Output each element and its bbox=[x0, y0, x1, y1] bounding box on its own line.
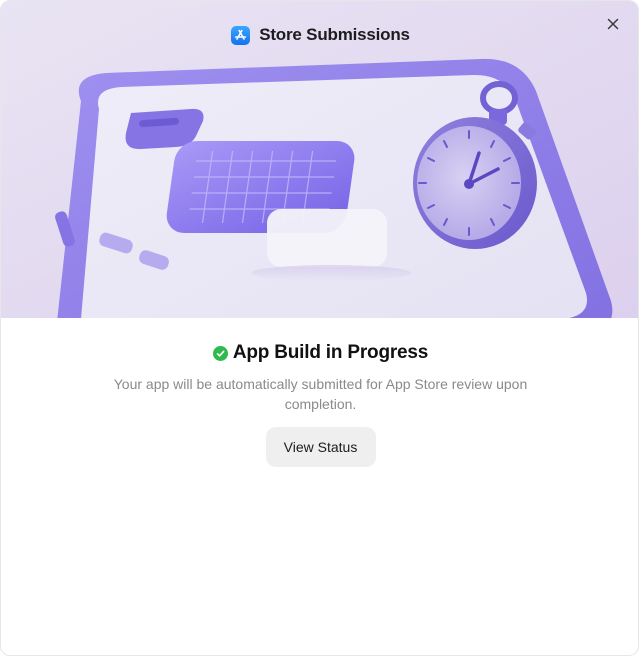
close-icon bbox=[607, 18, 619, 30]
view-status-button[interactable]: View Status bbox=[265, 427, 376, 467]
check-circle-icon bbox=[212, 345, 228, 361]
build-progress-dialog: Store Submissions App Build in Progress … bbox=[0, 0, 639, 656]
close-button[interactable] bbox=[602, 13, 624, 35]
dialog-content: App Build in Progress Your app will be a… bbox=[1, 318, 638, 467]
app-store-icon bbox=[231, 25, 251, 45]
dialog-header: Store Submissions bbox=[1, 25, 638, 45]
dialog-title: Store Submissions bbox=[259, 25, 410, 44]
hero-illustration bbox=[1, 1, 638, 318]
status-description: Your app will be automatically submitted… bbox=[113, 376, 528, 412]
status-title: App Build in Progress bbox=[232, 342, 429, 363]
status-heading: App Build in Progress bbox=[1, 342, 638, 364]
